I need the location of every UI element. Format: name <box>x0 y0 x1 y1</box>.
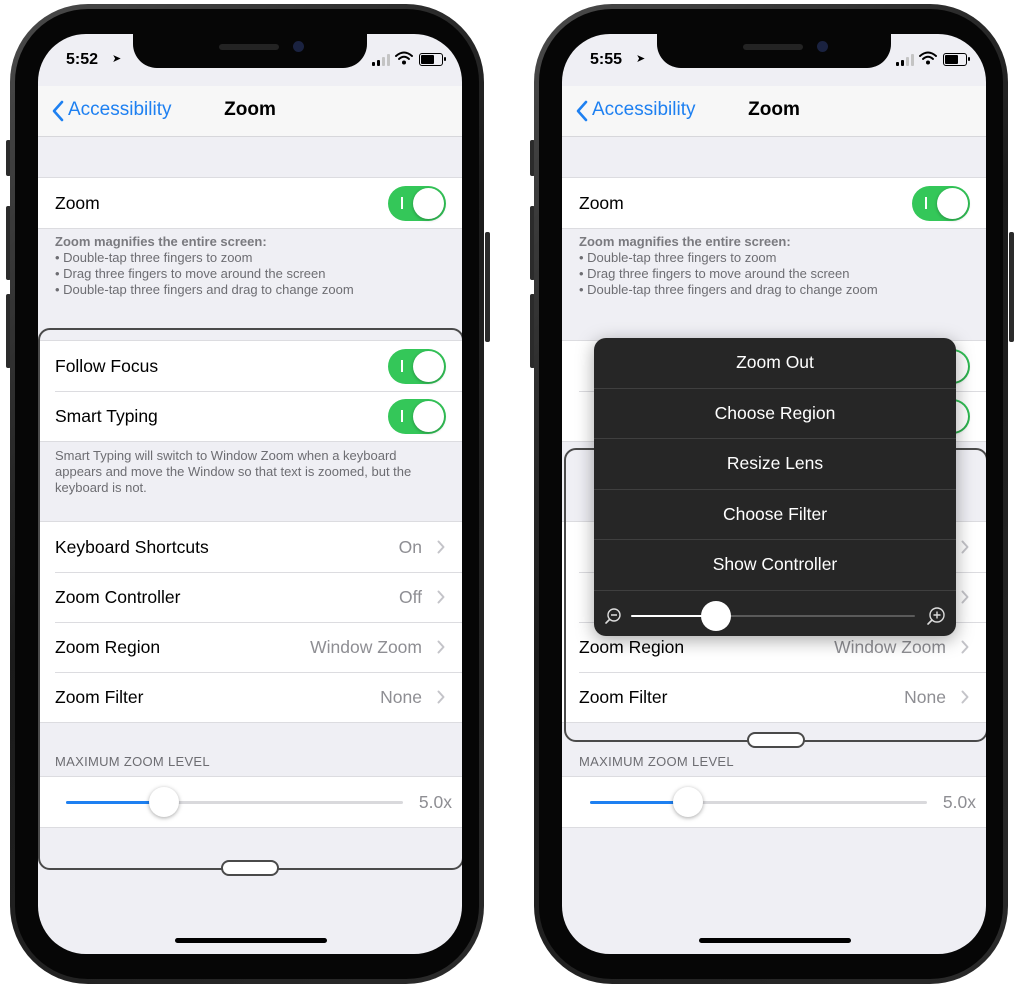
status-time: 5:55 <box>590 51 623 68</box>
screen: 5:55 ➤ Accessibility Zoom Zoom Zoom magn… <box>562 34 986 954</box>
cellular-signal-icon <box>896 54 916 66</box>
side-button <box>1009 232 1014 342</box>
location-arrow-icon: ➤ <box>112 53 122 65</box>
home-indicator[interactable] <box>175 938 327 943</box>
phone-left: 5:52 ➤ Accessibility Zoom Zoom Zoom magn… <box>6 4 490 986</box>
zoom-group: Zoom <box>38 177 462 229</box>
choose-filter-menu-item[interactable]: Choose Filter <box>594 488 956 540</box>
max-zoom-group: 5.0x <box>562 776 986 828</box>
zoom-description-item: • Drag three fingers to move around the … <box>579 266 850 281</box>
navigation-bar: Accessibility Zoom <box>562 86 986 137</box>
cellular-signal-icon <box>372 54 392 66</box>
zoom-level-thumb[interactable] <box>701 600 732 631</box>
side-button <box>485 232 490 342</box>
battery-tip <box>444 57 446 61</box>
status-time: 5:52 <box>66 51 99 68</box>
max-zoom-slider-track[interactable] <box>590 801 927 804</box>
max-zoom-slider-thumb[interactable] <box>672 787 703 817</box>
notch <box>657 34 891 68</box>
speaker-grille <box>219 44 279 50</box>
zoom-row[interactable]: Zoom <box>562 178 986 228</box>
zoom-group: Zoom <box>562 177 986 229</box>
phone-frame: 5:55 ➤ Accessibility Zoom Zoom Zoom magn… <box>534 4 1008 984</box>
zoom-toggle[interactable] <box>388 186 446 221</box>
zoom-menu-popup: Zoom Out Choose Region Resize Lens Choos… <box>594 338 956 636</box>
zoom-description-heading: Zoom magnifies the entire screen: <box>55 234 267 249</box>
zoom-description-item: • Double-tap three fingers and drag to c… <box>579 282 878 297</box>
battery-icon <box>419 53 443 66</box>
zoom-window-handle[interactable] <box>747 732 805 748</box>
battery-tip <box>968 57 970 61</box>
notch <box>133 34 367 68</box>
zoom-description-item: • Double-tap three fingers to zoom <box>55 250 253 265</box>
zoom-level-track[interactable] <box>631 614 915 617</box>
zoom-out-icon[interactable] <box>604 607 622 625</box>
navigation-bar: Accessibility Zoom <box>38 86 462 137</box>
zoom-label: Zoom <box>55 193 100 213</box>
zoom-label: Zoom <box>579 193 624 213</box>
zoom-description-heading: Zoom magnifies the entire screen: <box>579 234 791 249</box>
wifi-icon <box>919 51 937 65</box>
location-arrow-icon: ➤ <box>636 53 646 65</box>
zoom-description-item: • Drag three fingers to move around the … <box>55 266 326 281</box>
zoom-level-slider <box>594 589 956 637</box>
battery-icon <box>943 53 967 66</box>
page-title: Zoom <box>224 99 276 120</box>
show-controller-menu-item[interactable]: Show Controller <box>594 539 956 590</box>
zoom-row[interactable]: Zoom <box>38 178 462 228</box>
resize-lens-menu-item[interactable]: Resize Lens <box>594 438 956 489</box>
screen: 5:52 ➤ Accessibility Zoom Zoom Zoom magn… <box>38 34 462 954</box>
zoom-window-lens[interactable] <box>38 328 462 870</box>
page-title: Zoom <box>748 99 800 120</box>
zoom-out-menu-item[interactable]: Zoom Out <box>594 338 956 388</box>
zoom-toggle[interactable] <box>912 186 970 221</box>
home-indicator[interactable] <box>699 938 851 943</box>
front-camera <box>817 41 828 52</box>
zoom-description: Zoom magnifies the entire screen: • Doub… <box>55 234 445 298</box>
speaker-grille <box>743 44 803 50</box>
max-zoom-header: MAXIMUM ZOOM LEVEL <box>579 754 734 769</box>
zoom-description-item: • Double-tap three fingers and drag to c… <box>55 282 354 297</box>
max-zoom-value: 5.0x <box>942 792 976 812</box>
phone-right: 5:55 ➤ Accessibility Zoom Zoom Zoom magn… <box>530 4 1014 986</box>
zoom-description-item: • Double-tap three fingers to zoom <box>579 250 777 265</box>
phone-frame: 5:52 ➤ Accessibility Zoom Zoom Zoom magn… <box>10 4 484 984</box>
zoom-in-icon[interactable] <box>926 606 946 626</box>
zoom-description: Zoom magnifies the entire screen: • Doub… <box>579 234 969 298</box>
choose-region-menu-item[interactable]: Choose Region <box>594 387 956 439</box>
front-camera <box>293 41 304 52</box>
zoom-window-handle[interactable] <box>221 860 279 876</box>
wifi-icon <box>395 51 413 65</box>
